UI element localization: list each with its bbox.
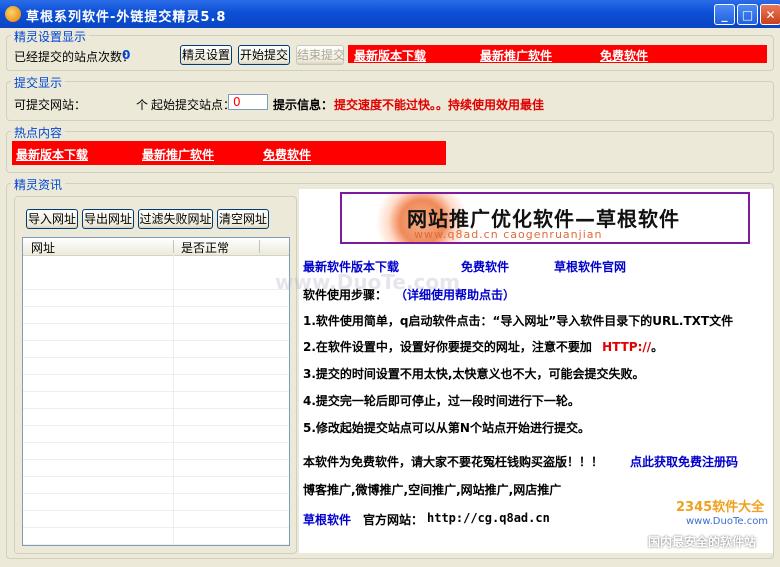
- promo-banner[interactable]: 网站推广优化软件—草根软件 www.q8ad.cn caogenruanjian: [340, 192, 750, 244]
- column-header-status[interactable]: 是否正常: [181, 239, 229, 256]
- corner-watermark-slogan: 国内最安全的软件站: [648, 535, 757, 549]
- brand-link[interactable]: 草根软件: [303, 511, 351, 528]
- tip-label: 提示信息：: [273, 98, 334, 112]
- table-row: [23, 476, 289, 494]
- settings-link-latest[interactable]: 最新版本下载: [354, 47, 426, 64]
- export-urls-button[interactable]: 导出网址: [82, 209, 134, 229]
- center-watermark: www.DuoTe.com: [275, 270, 460, 294]
- submitted-count-label: 已经提交的站点次数：: [14, 50, 135, 64]
- free-notice: 本软件为免费软件，请大家不要花冤枉钱购买盗版！！！: [303, 455, 604, 469]
- settings-link-free[interactable]: 免费软件: [600, 47, 648, 64]
- table-row: [23, 408, 289, 426]
- site-label: 官方网站：: [363, 513, 424, 527]
- start-submit-button[interactable]: 开始提交: [238, 45, 290, 65]
- step-1: 1.软件使用简单，q启动软件点击：“导入网址”导入软件目录下的URL.TXT文件: [303, 314, 734, 328]
- minimize-button[interactable]: _: [714, 4, 735, 25]
- start-site-input[interactable]: 0: [228, 94, 268, 110]
- panel-link-free[interactable]: 免费软件: [461, 258, 509, 275]
- settings-link-promo[interactable]: 最新推广软件: [480, 47, 552, 64]
- info-group-label: 精灵资讯: [11, 176, 66, 193]
- table-row: [23, 527, 289, 545]
- table-row: [23, 340, 289, 358]
- column-divider[interactable]: [259, 240, 260, 253]
- url-list-header: 网址 是否正常: [23, 238, 289, 256]
- site-url[interactable]: http://cg.q8ad.cn: [427, 511, 550, 525]
- table-row: [23, 272, 289, 290]
- table-row: [23, 374, 289, 392]
- clear-urls-button[interactable]: 清空网址: [217, 209, 269, 229]
- free-code-link[interactable]: 点此获取免费注册码: [630, 453, 738, 470]
- submitted-count-value: 0: [122, 48, 131, 62]
- table-row: [23, 442, 289, 460]
- settings-group-label: 精灵设置显示: [11, 28, 90, 45]
- banner-subtitle: www.q8ad.cn caogenruanjian: [414, 228, 603, 241]
- url-list[interactable]: 网址 是否正常: [22, 237, 290, 546]
- table-row: [23, 459, 289, 477]
- column-header-url[interactable]: 网址: [31, 239, 55, 256]
- close-button[interactable]: ✕: [760, 4, 780, 25]
- app-icon: [5, 6, 21, 22]
- column-divider[interactable]: [173, 240, 174, 253]
- table-row: [23, 425, 289, 443]
- hot-link-free[interactable]: 免费软件: [263, 146, 311, 163]
- step-2-end: 。: [651, 340, 664, 354]
- hot-ad-bar: 最新版本下载 最新推广软件 免费软件: [12, 141, 446, 165]
- submit-group-label: 提交显示: [11, 74, 66, 91]
- title-bar[interactable]: 草根系列软件-外链提交精灵5.8 _ □ ✕: [0, 0, 780, 28]
- settings-ad-bar: 最新版本下载 最新推广软件 免费软件: [348, 45, 767, 63]
- step-2-text: 2.在软件设置中，设置好你要提交的网址，注意不要加: [303, 340, 592, 354]
- settings-button[interactable]: 精灵设置: [180, 45, 232, 65]
- table-row: [23, 391, 289, 409]
- stop-submit-button[interactable]: 结束提交: [296, 45, 345, 65]
- tip-text: 提交速度不能过快。。持续使用效用最佳: [334, 98, 545, 112]
- panel-link-official[interactable]: 草根软件官网: [554, 258, 626, 275]
- table-row: [23, 306, 289, 324]
- step-2: 2.在软件设置中，设置好你要提交的网址，注意不要加 HTTP://。: [303, 338, 663, 355]
- table-row: [23, 510, 289, 528]
- hot-link-promo[interactable]: 最新推广软件: [142, 146, 214, 163]
- step-3: 3.提交的时间设置不用太快,太快意义也不大，可能会提交失败。: [303, 367, 645, 381]
- promo-list: 博客推广,微博推广,空间推广,网站推广,网店推广: [303, 483, 562, 497]
- step-4: 4.提交完一轮后即可停止，过一段时间进行下一轮。: [303, 394, 580, 408]
- hot-link-latest[interactable]: 最新版本下载: [16, 146, 88, 163]
- maximize-button[interactable]: □: [737, 4, 758, 25]
- corner-watermark-brand: 2345软件大全: [676, 500, 765, 515]
- available-sites-unit: 个: [136, 98, 149, 112]
- table-row: [23, 493, 289, 511]
- step-5: 5.修改起始提交站点可以从第N个站点开始进行提交。: [303, 421, 590, 435]
- available-sites-label: 可提交网站：: [14, 98, 87, 112]
- table-row: [23, 323, 289, 341]
- filter-failed-urls-button[interactable]: 过滤失败网址: [138, 209, 213, 229]
- window-title: 草根系列软件-外链提交精灵5.8: [26, 10, 227, 25]
- corner-watermark-url: www.DuoTe.com: [686, 516, 769, 527]
- import-urls-button[interactable]: 导入网址: [26, 209, 78, 229]
- start-site-label: 起始提交站点：: [151, 98, 236, 112]
- hot-group-label: 热点内容: [11, 124, 66, 141]
- step-2-http: HTTP://: [602, 340, 652, 354]
- table-row: [23, 289, 289, 307]
- table-row: [23, 357, 289, 375]
